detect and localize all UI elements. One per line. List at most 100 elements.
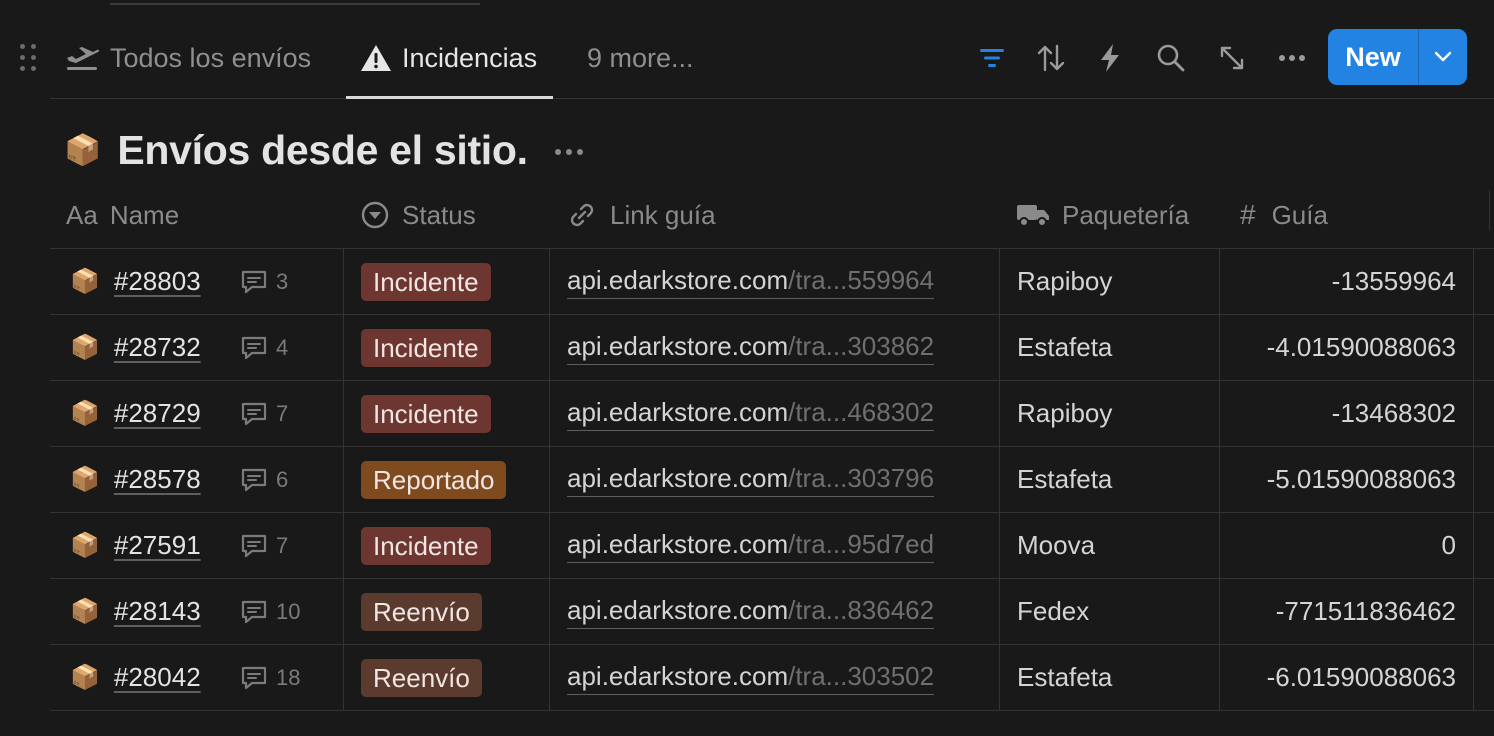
row-title-link[interactable]: #28578 — [114, 464, 201, 495]
row-title-link[interactable]: #28732 — [114, 332, 201, 363]
table-row[interactable]: 📦 #27591 7 Incidente api.edarkstore.com/… — [50, 513, 1494, 579]
tracking-link[interactable]: api.edarkstore.com/tra...303796 — [567, 463, 935, 497]
sort-icon[interactable] — [1031, 38, 1071, 78]
tab-incidencias[interactable]: Incidencias — [346, 18, 554, 99]
paqueteria-value: Estafeta — [1017, 662, 1113, 692]
search-icon[interactable] — [1151, 38, 1191, 78]
link-cell[interactable]: api.edarkstore.com/tra...303796 — [567, 447, 1017, 512]
link-domain: api.edarkstore.com — [567, 264, 789, 295]
row-title-link[interactable]: #28143 — [114, 596, 201, 627]
guia-cell[interactable]: 0 — [1220, 513, 1456, 578]
tracking-link[interactable]: api.edarkstore.com/tra...303862 — [567, 331, 935, 365]
guia-cell[interactable]: -6.01590088063 — [1220, 645, 1456, 710]
warning-icon — [360, 44, 392, 72]
table-row[interactable]: 📦 #28803 3 Incidente api.edarkstore.com/… — [50, 249, 1494, 315]
name-cell[interactable]: 📦 #28729 7 — [50, 381, 343, 446]
name-cell[interactable]: 📦 #28732 4 — [50, 315, 343, 380]
link-cell[interactable]: api.edarkstore.com/tra...95d7ed — [567, 513, 1017, 578]
drag-handle-icon[interactable] — [20, 44, 38, 72]
comments-count[interactable]: 3 — [240, 269, 288, 295]
guia-cell[interactable]: -5.01590088063 — [1220, 447, 1456, 512]
name-cell[interactable]: 📦 #28578 6 — [50, 447, 343, 512]
name-cell[interactable]: 📦 #28143 10 — [50, 579, 343, 644]
guia-cell[interactable]: -4.01590088063 — [1220, 315, 1456, 380]
paqueteria-cell[interactable]: Fedex — [1017, 579, 1217, 644]
column-label: Name — [109, 199, 180, 230]
name-cell[interactable]: 📦 #28803 3 — [50, 249, 343, 314]
comment-icon — [241, 600, 267, 623]
package-icon: 📦 — [70, 598, 100, 625]
name-cell[interactable]: 📦 #27591 7 — [50, 513, 343, 578]
title-more-icon[interactable] — [554, 148, 584, 156]
comments-count[interactable]: 7 — [240, 401, 288, 427]
status-cell[interactable]: Incidente — [361, 249, 567, 314]
link-path: /tra...836462 — [788, 594, 935, 625]
expand-icon[interactable] — [1212, 38, 1252, 78]
name-cell[interactable]: 📦 #28042 18 — [50, 645, 343, 710]
link-domain: api.edarkstore.com — [567, 660, 789, 691]
comments-count[interactable]: 10 — [240, 599, 300, 625]
table-row[interactable]: 📦 #28732 4 Incidente api.edarkstore.com/… — [50, 315, 1494, 381]
guia-cell[interactable]: -771511836462 — [1220, 579, 1456, 644]
guia-cell[interactable]: -13468302 — [1220, 381, 1456, 446]
comment-icon — [241, 402, 267, 425]
guia-cell[interactable]: -13559964 — [1220, 249, 1456, 314]
package-icon: 📦 — [70, 466, 100, 493]
row-title-link[interactable]: #28803 — [114, 266, 201, 297]
status-badge: Incidente — [361, 262, 491, 301]
filter-icon[interactable] — [972, 38, 1012, 78]
column-header-link[interactable]: Link guía — [566, 182, 716, 248]
status-cell[interactable]: Reenvío — [361, 579, 567, 644]
paqueteria-cell[interactable]: Rapiboy — [1017, 381, 1217, 446]
number-property-icon: # — [1240, 199, 1256, 230]
paqueteria-cell[interactable]: Estafeta — [1017, 447, 1217, 512]
paqueteria-cell[interactable]: Rapiboy — [1017, 249, 1217, 314]
tab-todos-los-envios[interactable]: Todos los envíos — [64, 18, 311, 98]
new-button[interactable]: New — [1328, 29, 1418, 85]
paqueteria-cell[interactable]: Moova — [1017, 513, 1217, 578]
paqueteria-cell[interactable]: Estafeta — [1017, 315, 1217, 380]
tracking-link[interactable]: api.edarkstore.com/tra...559964 — [567, 264, 935, 299]
tracking-link[interactable]: api.edarkstore.com/tra...468302 — [567, 397, 935, 431]
row-title-link[interactable]: #27591 — [114, 530, 201, 561]
table-row[interactable]: 📦 #28143 10 Reenvío api.edarkstore.com/t… — [50, 579, 1494, 645]
top-divider — [110, 3, 480, 5]
automation-bolt-icon[interactable] — [1090, 38, 1130, 78]
chevron-down-icon[interactable] — [1419, 29, 1467, 85]
package-icon: 📦 — [70, 268, 100, 295]
link-cell[interactable]: api.edarkstore.com/tra...836462 — [567, 579, 1017, 644]
link-cell[interactable]: api.edarkstore.com/tra...303862 — [567, 315, 1017, 380]
comments-count[interactable]: 6 — [240, 467, 288, 493]
status-cell[interactable]: Incidente — [361, 381, 567, 446]
table-row[interactable]: 📦 #28729 7 Incidente api.edarkstore.com/… — [50, 381, 1494, 447]
status-cell[interactable]: Reportado — [361, 447, 567, 512]
status-cell[interactable]: Incidente — [361, 513, 567, 578]
tracking-link[interactable]: api.edarkstore.com/tra...303502 — [567, 660, 935, 695]
new-button-group: New — [1328, 29, 1467, 85]
status-cell[interactable]: Reenvío — [361, 645, 567, 710]
column-header-status[interactable]: Status — [360, 182, 476, 248]
more-views-button[interactable]: 9 more... — [587, 18, 694, 98]
status-cell[interactable]: Incidente — [361, 315, 567, 380]
table-row[interactable]: 📦 #28042 18 Reenvío api.edarkstore.com/t… — [50, 645, 1494, 711]
tracking-link[interactable]: api.edarkstore.com/tra...95d7ed — [567, 529, 935, 563]
more-options-icon[interactable] — [1272, 38, 1312, 78]
column-header-name[interactable]: Aa Name — [66, 182, 179, 248]
status-badge: Incidente — [361, 394, 491, 433]
link-cell[interactable]: api.edarkstore.com/tra...468302 — [567, 381, 1017, 446]
comments-count[interactable]: 7 — [240, 533, 288, 559]
link-cell[interactable]: api.edarkstore.com/tra...559964 — [567, 249, 1017, 314]
tracking-link[interactable]: api.edarkstore.com/tra...836462 — [567, 594, 935, 629]
row-title-link[interactable]: #28729 — [114, 398, 201, 429]
comments-count[interactable]: 18 — [240, 665, 300, 691]
status-badge: Reenvío — [361, 592, 482, 631]
column-header-paqueteria[interactable]: Paquetería — [1016, 182, 1189, 248]
database-title[interactable]: Envíos desde el sitio. — [117, 127, 528, 174]
comments-count[interactable]: 4 — [240, 335, 288, 361]
table-row[interactable]: 📦 #28578 6 Reportado api.edarkstore.com/… — [50, 447, 1494, 513]
paqueteria-cell[interactable]: Estafeta — [1017, 645, 1217, 710]
paqueteria-value: Rapiboy — [1017, 266, 1113, 296]
row-title-link[interactable]: #28042 — [114, 662, 201, 693]
column-header-guia[interactable]: # Guía — [1240, 182, 1328, 248]
link-cell[interactable]: api.edarkstore.com/tra...303502 — [567, 645, 1017, 710]
